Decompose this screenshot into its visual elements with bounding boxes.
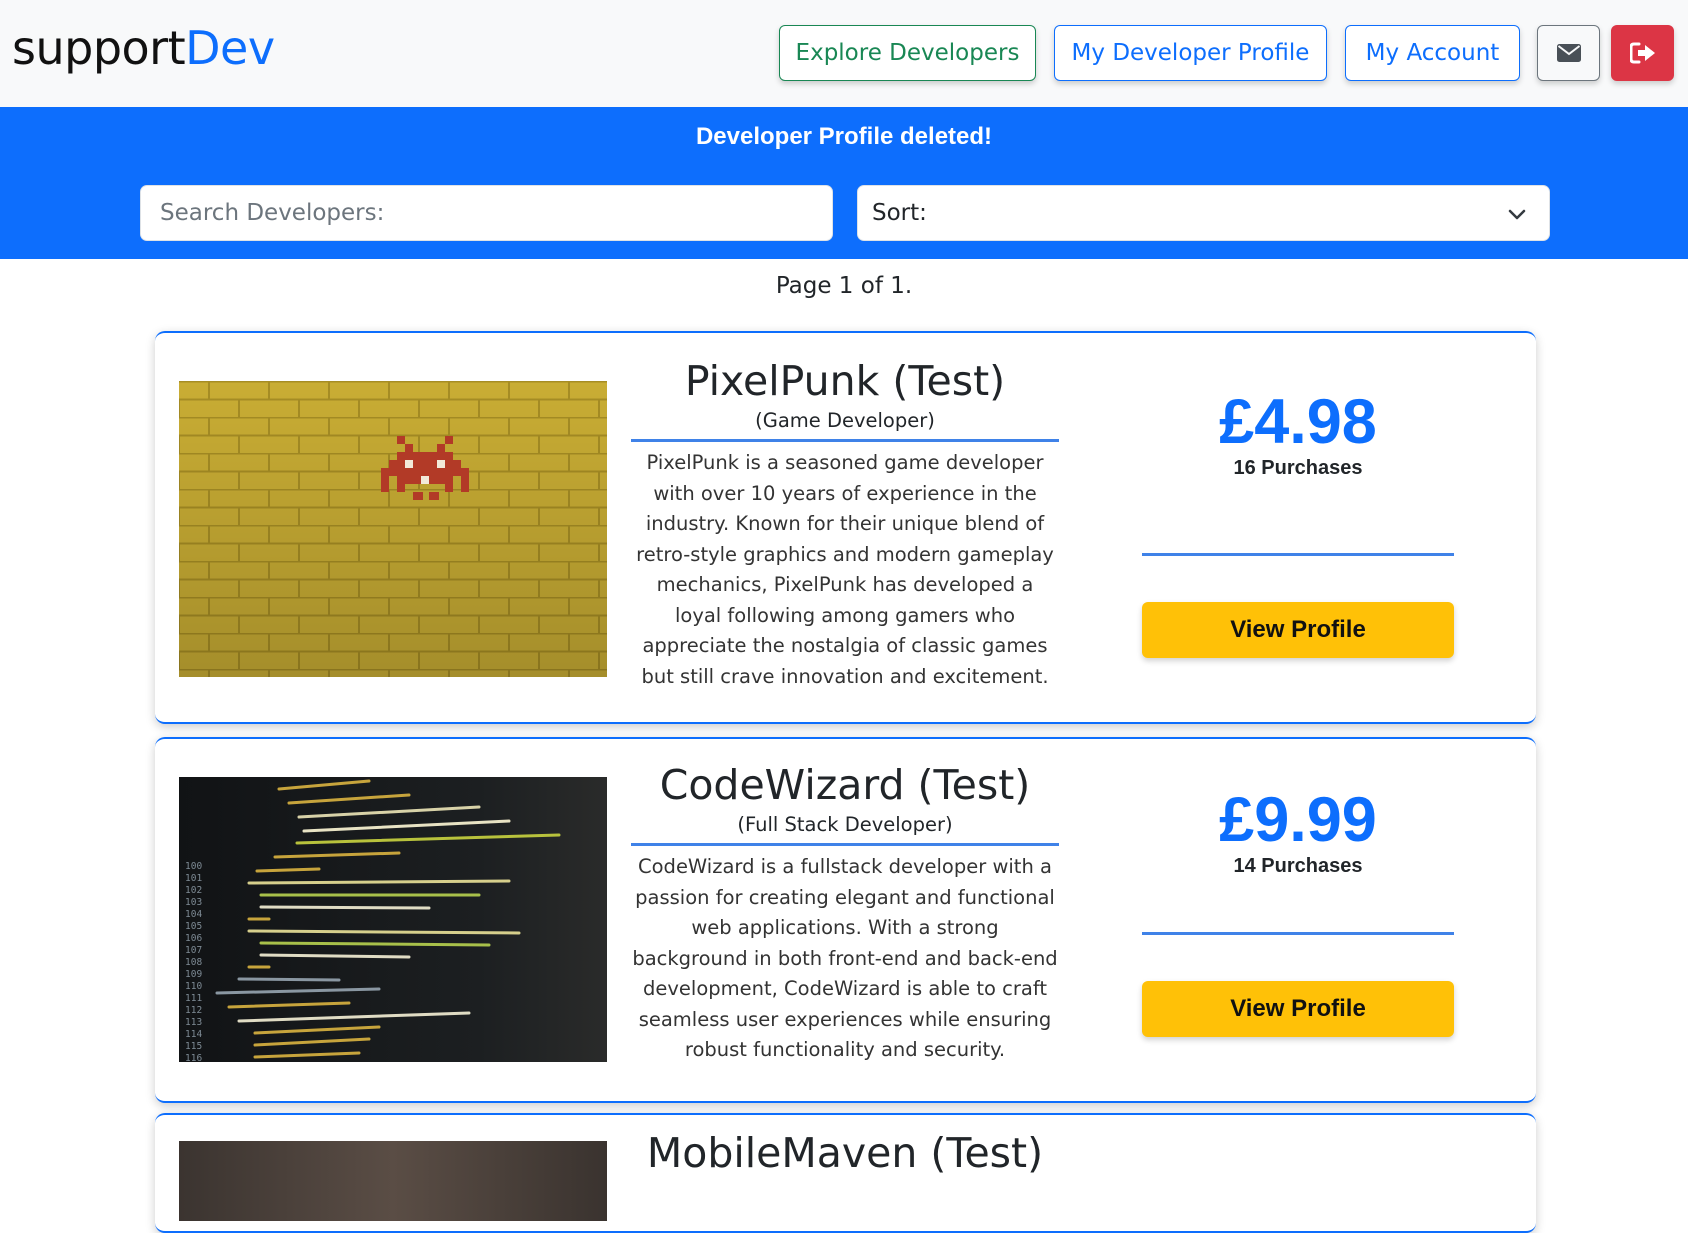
navbar: supportDev Explore Developers My Develop… bbox=[0, 0, 1688, 107]
developer-image: 100 101 102 103 104 105 106 107 108 109 110 111 … bbox=[179, 777, 607, 1062]
divider bbox=[1142, 932, 1454, 935]
svg-text:103: 103 bbox=[185, 897, 202, 908]
sign-out-icon bbox=[1629, 42, 1655, 64]
svg-text:101: 101 bbox=[185, 873, 202, 884]
developer-price: £9.99 bbox=[1219, 785, 1377, 855]
svg-text:106: 106 bbox=[185, 933, 202, 944]
divider bbox=[631, 843, 1059, 846]
purchase-count: 16 Purchases bbox=[1233, 457, 1363, 479]
svg-text:110: 110 bbox=[185, 981, 202, 992]
messages-button[interactable] bbox=[1537, 25, 1600, 81]
pagination-text: Page 1 of 1. bbox=[775, 273, 913, 299]
brand-accent-text: Dev bbox=[185, 21, 275, 75]
brand-logo[interactable]: supportDev bbox=[12, 18, 275, 78]
developer-name: PixelPunk (Test) bbox=[684, 357, 1006, 405]
developer-card: 100 101 102 103 104 105 106 107 108 109 110 111 … bbox=[155, 737, 1536, 1103]
divider bbox=[1142, 553, 1454, 556]
developer-info: PixelPunk (Test) (Game Developer) PixelP… bbox=[631, 355, 1059, 692]
developer-image bbox=[179, 1141, 607, 1221]
purchase-count: 14 Purchases bbox=[1233, 855, 1363, 877]
view-profile-button[interactable]: View Profile bbox=[1142, 602, 1454, 658]
svg-text:116: 116 bbox=[185, 1053, 202, 1062]
developer-role: (Full Stack Developer) bbox=[737, 813, 953, 836]
explore-developers-button[interactable]: Explore Developers bbox=[779, 25, 1036, 81]
svg-text:107: 107 bbox=[185, 945, 202, 956]
svg-text:112: 112 bbox=[185, 1005, 202, 1016]
my-account-button[interactable]: My Account bbox=[1345, 25, 1520, 81]
search-banner: Developer Profile deleted! Search Develo… bbox=[0, 107, 1688, 259]
sort-label: Sort: bbox=[872, 200, 927, 226]
brand-text: support bbox=[12, 21, 186, 75]
svg-text:115: 115 bbox=[185, 1041, 202, 1052]
search-input[interactable]: Search Developers: bbox=[140, 185, 833, 241]
developer-bio: CodeWizard is a fullstack developer with… bbox=[632, 855, 1058, 1061]
developer-card: MobileMaven (Test) bbox=[155, 1113, 1536, 1233]
developer-role: (Game Developer) bbox=[755, 409, 935, 432]
svg-text:109: 109 bbox=[185, 969, 202, 980]
envelope-icon bbox=[1556, 44, 1581, 62]
developer-pricing: £9.99 14 Purchases View Profile bbox=[1142, 785, 1454, 1085]
svg-text:108: 108 bbox=[185, 957, 202, 968]
chevron-down-icon bbox=[1508, 209, 1526, 220]
svg-text:105: 105 bbox=[185, 921, 202, 932]
logout-button[interactable] bbox=[1611, 25, 1674, 81]
my-developer-profile-button[interactable]: My Developer Profile bbox=[1054, 25, 1327, 81]
developer-image bbox=[179, 381, 607, 677]
svg-text:100: 100 bbox=[185, 861, 202, 872]
view-profile-button[interactable]: View Profile bbox=[1142, 981, 1454, 1037]
divider bbox=[631, 439, 1059, 442]
developer-name: CodeWizard (Test) bbox=[659, 761, 1031, 809]
svg-text:113: 113 bbox=[185, 1017, 202, 1028]
svg-text:104: 104 bbox=[185, 909, 202, 920]
developer-info: MobileMaven (Test) bbox=[631, 1127, 1059, 1179]
svg-text:111: 111 bbox=[185, 993, 202, 1004]
developer-info: CodeWizard (Test) (Full Stack Developer)… bbox=[631, 759, 1059, 1066]
developer-pricing: £4.98 16 Purchases View Profile bbox=[1142, 387, 1454, 687]
developer-bio: PixelPunk is a seasoned game developer w… bbox=[636, 451, 1054, 688]
svg-text:114: 114 bbox=[185, 1029, 202, 1040]
svg-text:102: 102 bbox=[185, 885, 202, 896]
developer-name: MobileMaven (Test) bbox=[646, 1129, 1044, 1177]
sort-select[interactable]: Sort: bbox=[857, 185, 1550, 241]
status-alert: Developer Profile deleted! bbox=[695, 123, 993, 150]
developer-card: PixelPunk (Test) (Game Developer) PixelP… bbox=[155, 331, 1536, 724]
developer-price: £4.98 bbox=[1219, 387, 1377, 457]
